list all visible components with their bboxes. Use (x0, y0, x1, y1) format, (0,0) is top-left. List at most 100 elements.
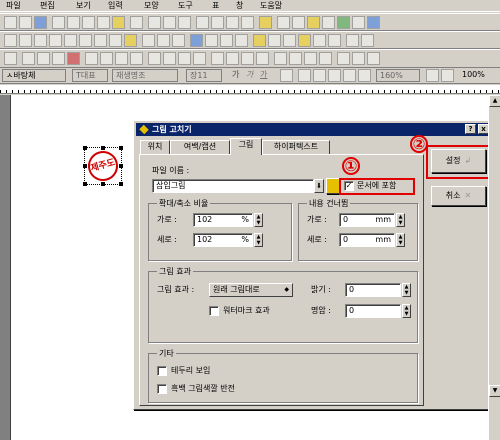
ok-button[interactable]: 설정 ↲ (431, 149, 486, 173)
tab-picture[interactable]: 그림 (230, 138, 262, 155)
folder-icon[interactable] (259, 16, 272, 29)
skip-vert-input[interactable]: 0 mm (339, 233, 395, 247)
obj16-icon[interactable] (241, 52, 254, 65)
ellipse-icon[interactable] (34, 34, 47, 47)
tab-hypertext[interactable]: 하이퍼텍스트 (262, 140, 330, 154)
resize-handle[interactable] (101, 182, 105, 186)
view-icon[interactable] (426, 69, 439, 82)
menu-file[interactable]: 파일 (6, 0, 21, 12)
open-folder-icon[interactable] (292, 16, 305, 29)
cut-icon[interactable] (82, 16, 95, 29)
size-select[interactable]: 장11 (186, 69, 222, 82)
shape-icon[interactable] (148, 16, 161, 29)
resize-handle[interactable] (83, 182, 87, 186)
table-icon[interactable] (178, 16, 191, 29)
contrast-input[interactable]: 0 (345, 304, 401, 318)
obj21-icon[interactable] (319, 52, 332, 65)
menu-tools[interactable]: 도구 (178, 0, 193, 12)
image2-icon[interactable] (190, 34, 203, 47)
page-icon[interactable] (220, 34, 233, 47)
obj1-icon[interactable] (4, 52, 17, 65)
copy-icon[interactable] (97, 16, 110, 29)
line-icon[interactable] (4, 34, 17, 47)
resize-handle[interactable] (83, 146, 87, 150)
menu-view[interactable]: 보기 (76, 0, 91, 12)
obj4-icon[interactable] (52, 52, 65, 65)
align-right-icon[interactable] (328, 69, 341, 82)
group-icon[interactable] (157, 34, 170, 47)
columns-icon[interactable] (235, 34, 248, 47)
tool-icon[interactable] (322, 16, 335, 29)
invert-checkbox[interactable] (157, 384, 167, 394)
find-icon[interactable] (130, 16, 143, 29)
align-icon[interactable] (142, 34, 155, 47)
polygon-icon[interactable] (79, 34, 92, 47)
italic-button[interactable]: 가 (246, 69, 253, 81)
obj9-icon[interactable] (130, 52, 143, 65)
menu-help[interactable]: 도움말 (260, 0, 282, 12)
obj18-icon[interactable] (274, 52, 287, 65)
fill-icon[interactable] (124, 34, 137, 47)
page-view-icon[interactable] (441, 69, 454, 82)
note-icon[interactable] (268, 34, 281, 47)
pen-icon[interactable] (163, 16, 176, 29)
align-center-icon[interactable] (313, 69, 326, 82)
resize-handle[interactable] (119, 146, 123, 150)
wrap-icon[interactable] (361, 34, 374, 47)
browse-folder-icon[interactable] (326, 178, 340, 194)
arc-icon[interactable] (49, 34, 62, 47)
menu-format[interactable]: 모양 (144, 0, 159, 12)
file-name-input[interactable]: 삽입그림 (152, 179, 314, 193)
line-spacing-select[interactable]: 160% (376, 69, 420, 82)
scroll-up-button[interactable]: ▲ (489, 95, 500, 107)
obj20-icon[interactable] (304, 52, 317, 65)
skip-horiz-input[interactable]: 0 mm (339, 213, 395, 227)
color-icon[interactable] (280, 69, 293, 82)
resize-handle[interactable] (83, 164, 87, 168)
obj24-icon[interactable] (367, 52, 380, 65)
contrast-spinner[interactable]: ▲ ▼ (402, 304, 411, 318)
menu-edit[interactable]: 편집 (40, 0, 55, 12)
print-icon[interactable] (52, 16, 65, 29)
obj12-icon[interactable] (178, 52, 191, 65)
stamp-image-selection[interactable]: 제주도 (83, 146, 123, 186)
obj3-icon[interactable] (37, 52, 50, 65)
obj14-icon[interactable] (211, 52, 224, 65)
formula-icon[interactable] (211, 16, 224, 29)
save-icon[interactable] (34, 16, 47, 29)
folder2-icon[interactable] (307, 16, 320, 29)
paste-icon[interactable] (112, 16, 125, 29)
obj17-icon[interactable] (256, 52, 269, 65)
obj10-icon[interactable] (148, 52, 161, 65)
obj6-icon[interactable] (85, 52, 98, 65)
globe-icon[interactable] (367, 16, 380, 29)
box-icon[interactable] (298, 34, 311, 47)
spell-icon[interactable] (226, 16, 239, 29)
cancel-button[interactable]: 취소 ✕ (431, 186, 486, 206)
underline-button[interactable]: 가 (260, 69, 267, 81)
skip-vert-spinner[interactable]: ▲ ▼ (396, 233, 405, 247)
font-select[interactable]: 재생명조 (112, 69, 178, 82)
brightness-input[interactable]: 0 (345, 283, 401, 297)
skip-horiz-spinner[interactable]: ▲ ▼ (396, 213, 405, 227)
tab-position[interactable]: 위치 (140, 140, 170, 154)
style-icon[interactable] (277, 16, 290, 29)
resize-handle[interactable] (119, 164, 123, 168)
obj11-icon[interactable] (163, 52, 176, 65)
hyphen-icon[interactable] (205, 34, 218, 47)
scroll-down-button[interactable]: ▼ (489, 385, 500, 397)
obj8-icon[interactable] (115, 52, 128, 65)
obj15-icon[interactable] (226, 52, 239, 65)
image-icon[interactable] (241, 16, 254, 29)
rotate-icon[interactable] (172, 34, 185, 47)
obj19-icon[interactable] (289, 52, 302, 65)
obj13-icon[interactable] (193, 52, 206, 65)
menu-insert[interactable]: 입력 (108, 0, 123, 12)
menu-window[interactable]: 창 (236, 0, 243, 12)
scale-horiz-input[interactable]: 102% (193, 213, 253, 227)
scale-vert-spinner[interactable]: ▲ ▼ (254, 233, 263, 247)
font-type-select[interactable]: T대표 (72, 69, 108, 82)
curve-icon[interactable] (64, 34, 77, 47)
ruler-icon[interactable] (313, 34, 326, 47)
watermark-checkbox[interactable] (209, 306, 219, 316)
